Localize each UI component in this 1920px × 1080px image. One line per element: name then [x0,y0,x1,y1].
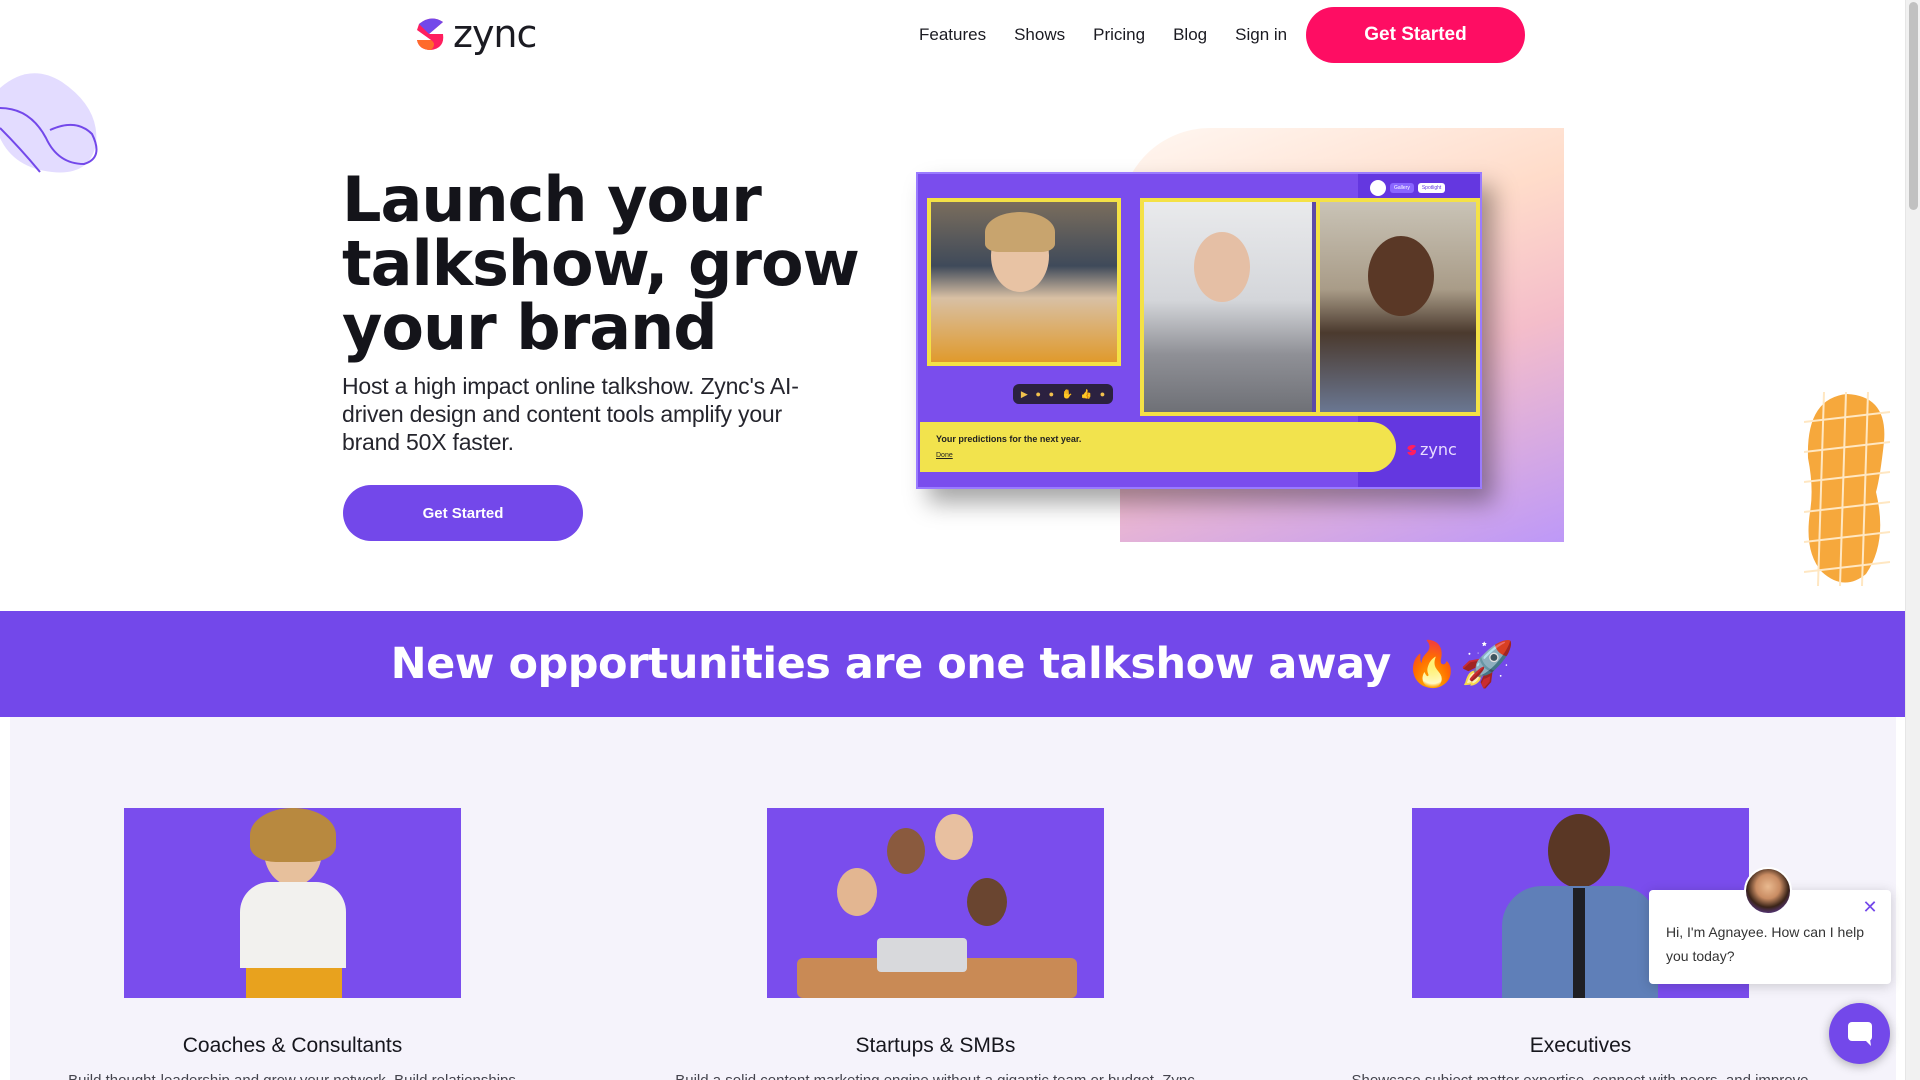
participant-tile-1 [927,198,1121,366]
get-started-hero-button[interactable]: Get Started [343,485,583,541]
person-face [887,828,925,874]
audience-section: Coaches & Consultants Build thought-lead… [10,717,1896,1080]
get-started-header-button[interactable]: Get Started [1306,7,1525,63]
person-face [837,868,877,916]
card-description: Build thought-leadership and grow your n… [32,1072,552,1080]
startups-image [767,808,1104,998]
chat-agent-avatar [1744,867,1792,915]
question-banner-link: Done [936,452,953,459]
chat-launcher-button[interactable] [1829,1003,1890,1064]
question-banner-text: Your predictions for the next year. [936,434,1082,444]
laptop-shape [877,938,967,972]
reaction-icon: ✋ [1061,388,1074,399]
chat-greeting-text: Hi, I'm Agnayee. How can I help you toda… [1666,924,1864,964]
talkshow-preview-image: Gallery Spotlight ▶ ● ● ✋ 👍 ● Your predi… [916,172,1482,489]
fire-rocket-icon: 🔥🚀 [1404,640,1515,689]
person-hair [250,808,336,862]
reaction-icon: 👍 [1080,388,1092,399]
preview-logo: zync [1406,440,1457,459]
gallery-view-pill: Gallery [1390,183,1414,193]
reaction-icon: ▶ [1020,388,1028,399]
reaction-bar: ▶ ● ● ✋ 👍 ● [1013,384,1113,404]
card-title: Coaches & Consultants [182,1034,403,1057]
person-tie [1573,888,1585,998]
person-face [967,878,1007,926]
person-face [935,814,973,860]
person-pants [246,968,342,998]
reaction-icon: ● [1048,389,1055,399]
hero-subtitle: Host a high impact online talkshow. Zync… [342,373,799,455]
reaction-icon: ● [1035,389,1041,399]
zync-logo-icon [1407,444,1417,455]
nav-item-features[interactable]: Features [919,24,986,46]
user-icon [1370,180,1386,196]
participant-tile-2 [1144,202,1312,412]
participant-face [1194,232,1250,302]
decorative-blob-shape [0,73,98,173]
close-icon[interactable]: ✕ [1861,898,1879,916]
nav-item-sign-in[interactable]: Sign in [1235,24,1287,46]
scrollbar-thumb[interactable] [1909,2,1918,210]
card-description: Build a solid content marketing engine w… [675,1072,1195,1080]
participant-hair [985,212,1055,252]
card-title: Startups & SMBs [855,1034,1016,1057]
hero-title: Launch your talkshow, grow your brand [342,163,860,364]
question-banner: Your predictions for the next year. Done [920,422,1396,472]
participant-tile-group [1140,198,1480,416]
opportunities-banner: New opportunities are one talkshow away … [0,611,1905,717]
audience-card-startups: Startups & SMBs Build a solid content ma… [675,808,1195,1080]
nav-item-blog[interactable]: Blog [1173,24,1207,46]
coaches-image [124,808,461,998]
participant-tile-3 [1316,202,1476,412]
person-face [1548,814,1610,888]
preview-view-controls: Gallery Spotlight [1370,180,1446,196]
decorative-peanut-shape [1804,392,1890,586]
zync-logo-icon [417,18,444,50]
chat-icon [1847,1021,1872,1046]
banner-heading: New opportunities are one talkshow away [390,639,1392,689]
page-scrollbar[interactable] [1905,0,1920,1080]
participant-face [1368,236,1434,316]
nav-item-shows[interactable]: Shows [1014,24,1065,46]
preview-logo-text: zync [1420,440,1457,459]
audience-card-coaches: Coaches & Consultants Build thought-lead… [68,808,516,1080]
person-body [240,882,346,968]
card-description: Showcase subject matter expertise, conne… [1320,1072,1840,1080]
brand-name: zync [453,12,537,56]
card-title: Executives [1529,1034,1632,1057]
brand-logo[interactable]: zync [413,12,537,56]
main-nav: Features Shows Pricing Blog Sign in [919,24,1287,46]
spotlight-view-pill: Spotlight [1417,183,1446,193]
reaction-icon: ● [1099,389,1106,399]
site-header: zync Features Shows Pricing Blog Sign in… [0,0,1905,70]
nav-item-pricing[interactable]: Pricing [1093,24,1145,46]
